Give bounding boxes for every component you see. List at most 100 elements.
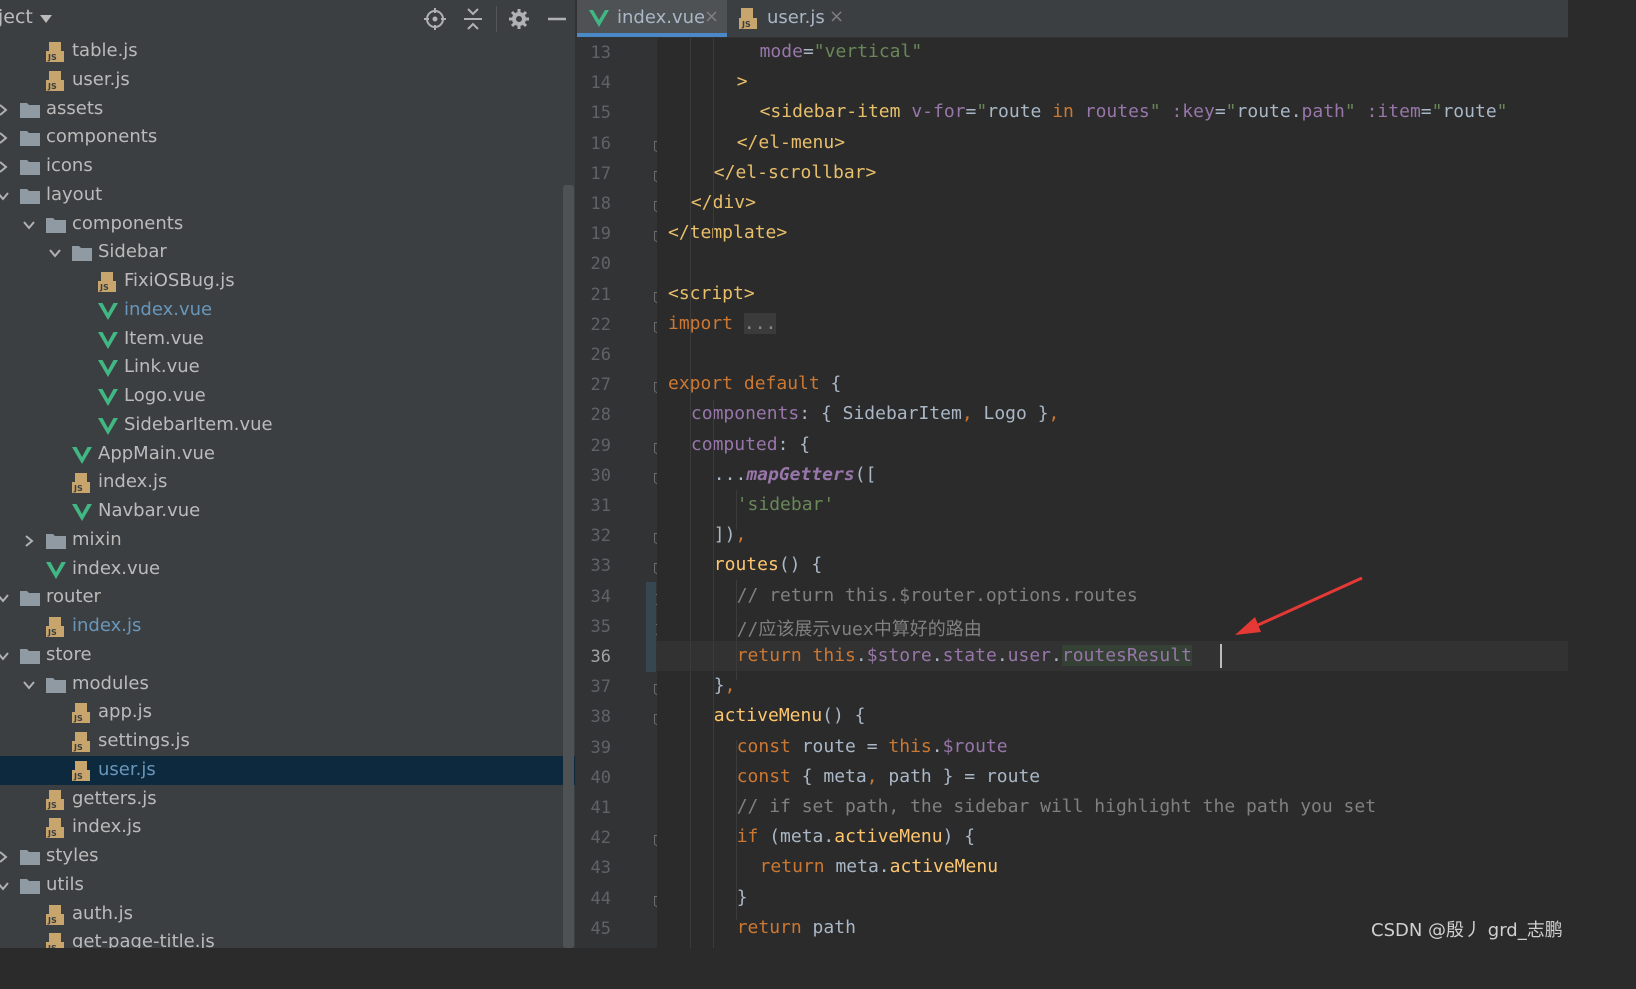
js-file-icon: JS	[46, 70, 64, 91]
tree-file[interactable]: index.vue	[0, 555, 575, 584]
gear-icon[interactable]	[506, 6, 532, 32]
tree-folder[interactable]: assets	[0, 95, 575, 124]
svg-text:JS: JS	[47, 82, 57, 91]
project-view-dropdown-icon[interactable]	[40, 15, 52, 23]
tree-file[interactable]: JS get-page-title.js	[0, 928, 575, 948]
hide-panel-icon[interactable]	[544, 6, 570, 32]
line-number: 26	[590, 345, 611, 365]
code-line: routes() {	[713, 554, 823, 576]
tree-folder[interactable]: router	[0, 583, 575, 612]
tree-item-label: auth.js	[72, 902, 134, 924]
js-file-icon: JS	[46, 42, 64, 62]
tree-file[interactable]: AppMain.vue	[0, 440, 575, 469]
chevron-down-icon[interactable]	[48, 246, 62, 260]
chevron-right-icon[interactable]	[0, 131, 10, 145]
line-number: 30	[590, 465, 611, 486]
tab-user-js[interactable]: JS user.js ×	[729, 0, 849, 37]
tree-file[interactable]: JS index.js	[0, 468, 575, 497]
chevron-right-icon[interactable]	[0, 850, 10, 864]
tree-folder[interactable]: Sidebar	[0, 238, 575, 267]
header-divider	[496, 6, 497, 32]
tree-folder[interactable]: icons	[0, 152, 575, 181]
tree-file[interactable]: index.vue	[0, 296, 575, 325]
chevron-down-icon[interactable]	[0, 591, 10, 605]
code-line: export default {	[668, 373, 842, 395]
tree-file[interactable]: JS FixiOSBug.js	[0, 267, 575, 296]
line-number: 20	[590, 254, 611, 275]
code-line: if (meta.activeMenu) {	[736, 826, 976, 848]
tree-file[interactable]: JS index.js	[0, 813, 575, 842]
tree-file[interactable]: Navbar.vue	[0, 497, 575, 526]
project-scrollbar[interactable]	[563, 185, 574, 948]
code-line: components: { SidebarItem, Logo },	[690, 403, 1060, 425]
line-number: 16	[590, 133, 611, 154]
tree-item-label: user.js	[98, 758, 156, 780]
tree-folder[interactable]: store	[0, 641, 575, 670]
chevron-right-icon[interactable]	[0, 160, 10, 174]
chevron-down-icon[interactable]	[0, 879, 10, 893]
svg-text:JS: JS	[741, 20, 751, 29]
chevron-down-icon[interactable]	[22, 218, 36, 232]
tree-file[interactable]: JS user.js	[0, 755, 575, 785]
tree-folder[interactable]: layout	[0, 181, 575, 210]
tree-file[interactable]: Logo.vue	[0, 382, 575, 411]
project-panel-header: ject	[0, 0, 575, 38]
close-icon[interactable]: ×	[704, 6, 719, 27]
folder-icon	[20, 131, 40, 147]
tree-file[interactable]: JS getters.js	[0, 785, 575, 814]
tree-folder[interactable]: components	[0, 210, 575, 239]
chevron-down-icon[interactable]	[0, 649, 10, 663]
svg-text:JS: JS	[73, 484, 83, 493]
code-line: return meta.activeMenu	[759, 856, 999, 878]
tree-file[interactable]: JS settings.js	[0, 727, 575, 756]
tree-folder[interactable]: components	[0, 123, 575, 152]
code-line: import ...	[668, 312, 777, 334]
line-number: 34	[590, 586, 611, 607]
code-line: //应该展示vuex中算好的路由	[736, 618, 982, 640]
code-line: ...mapGetters([	[713, 463, 877, 485]
indent-guide	[736, 580, 737, 680]
folder-icon	[20, 102, 40, 118]
tree-item-label: utils	[46, 873, 84, 895]
tree-file[interactable]: JS table.js	[0, 37, 575, 66]
tree-file[interactable]: Link.vue	[0, 353, 575, 382]
text-caret	[1220, 644, 1222, 668]
tree-item-label: user.js	[72, 68, 130, 90]
tree-folder[interactable]: mixin	[0, 526, 575, 555]
line-number: 44	[590, 888, 611, 909]
js-file-icon: JS	[72, 703, 90, 724]
close-icon[interactable]: ×	[829, 6, 844, 27]
chevron-down-icon[interactable]	[22, 678, 36, 692]
line-number: 38	[590, 707, 611, 728]
chevron-down-icon[interactable]	[0, 189, 10, 203]
tree-folder[interactable]: modules	[0, 670, 575, 699]
tree-file[interactable]: Item.vue	[0, 325, 575, 354]
js-file-icon: JS	[46, 904, 64, 925]
vue-icon	[72, 504, 92, 521]
line-number: 13	[590, 43, 611, 63]
vcs-change-marker[interactable]	[646, 582, 656, 672]
folder-icon	[20, 850, 40, 865]
tree-item-label: assets	[46, 97, 104, 119]
tree-file[interactable]: SidebarItem.vue	[0, 411, 575, 440]
chevron-right-icon[interactable]	[22, 534, 36, 548]
tree-item-label: index.js	[72, 615, 142, 636]
line-number: 21	[590, 284, 611, 305]
code-line: <sidebar-item v-for="route in routes" :k…	[759, 101, 1508, 123]
line-number: 35	[590, 616, 611, 637]
tree-file[interactable]: JS user.js	[0, 66, 575, 95]
chevron-right-icon[interactable]	[0, 103, 10, 117]
tree-file[interactable]: JS index.js	[0, 612, 575, 641]
vue-icon	[98, 331, 118, 349]
tree-file[interactable]: JS app.js	[0, 698, 575, 727]
tree-folder[interactable]: utils	[0, 871, 575, 900]
tab-index-vue[interactable]: index.vue ×	[577, 0, 727, 37]
svg-text:JS: JS	[47, 829, 57, 838]
collapse-all-icon[interactable]	[460, 6, 486, 32]
tree-item-label: Sidebar	[98, 241, 167, 263]
locate-file-icon[interactable]	[422, 6, 448, 32]
tree-file[interactable]: JS auth.js	[0, 900, 575, 929]
tree-folder[interactable]: styles	[0, 842, 575, 871]
vue-icon	[46, 561, 66, 579]
tree-item-label: Link.vue	[124, 356, 200, 378]
